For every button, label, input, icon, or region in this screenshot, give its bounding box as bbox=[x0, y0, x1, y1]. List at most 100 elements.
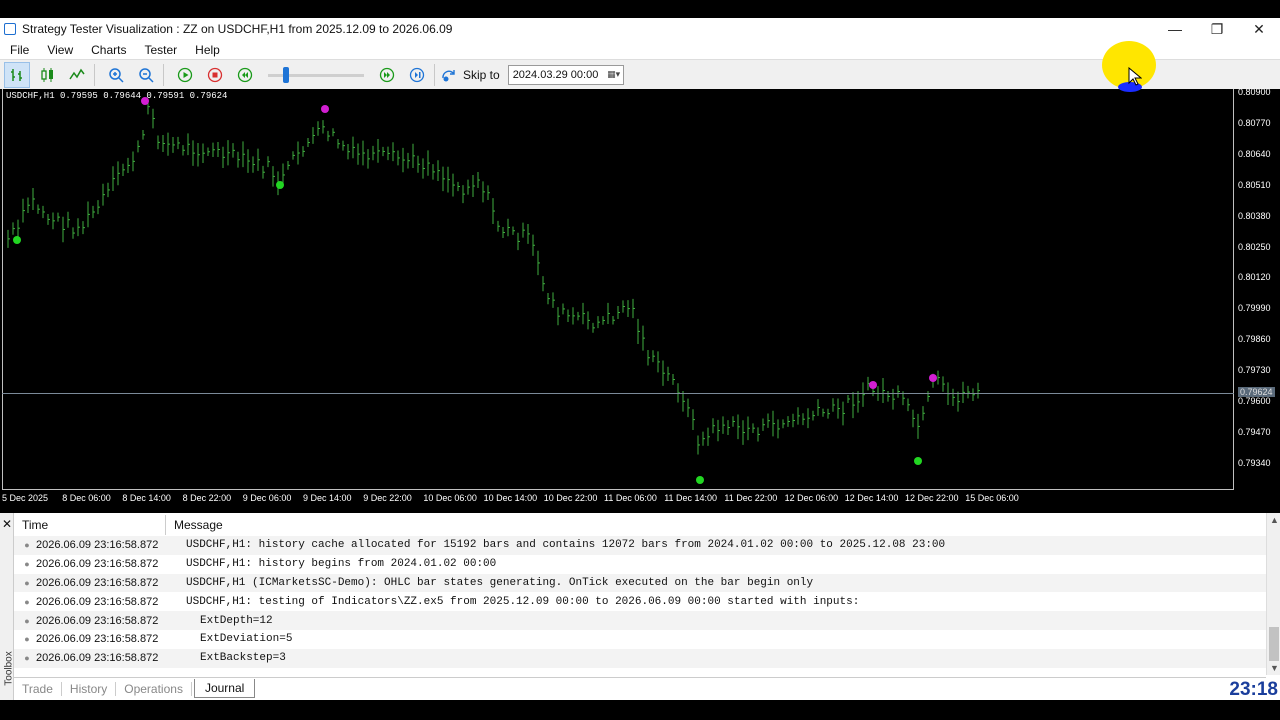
price-axis-label: 0.80900 bbox=[1238, 87, 1271, 97]
menu-help[interactable]: Help bbox=[185, 43, 228, 57]
scroll-down-icon[interactable]: ▼ bbox=[1270, 663, 1279, 673]
menu-charts[interactable]: Charts bbox=[81, 43, 134, 57]
time-axis-label: 12 Dec 22:00 bbox=[905, 493, 959, 503]
line-chart-button[interactable] bbox=[64, 62, 90, 88]
menu-file[interactable]: File bbox=[0, 43, 37, 57]
log-message: USDCHF,H1: history begins from 2024.01.0… bbox=[186, 558, 497, 571]
log-message: USDCHF,H1: history cache allocated for 1… bbox=[186, 539, 946, 552]
price-chart[interactable]: USDCHF,H1 0.79595 0.79644 0.79591 0.7962… bbox=[0, 87, 1280, 505]
calendar-dropdown-icon[interactable]: ▦▾ bbox=[605, 66, 623, 84]
zoom-out-button[interactable] bbox=[133, 62, 159, 88]
line-chart-icon bbox=[69, 68, 85, 79]
price-axis-label: 0.80510 bbox=[1238, 179, 1271, 190]
title-bar: Strategy Tester Visualization : ZZ on US… bbox=[0, 18, 1280, 40]
time-axis-label: 10 Dec 22:00 bbox=[543, 493, 598, 503]
journal-row[interactable]: ● 2026.06.09 23:16:58.872 ExtDeviation=5 bbox=[14, 630, 1266, 649]
time-axis-label: 8 Dec 06:00 bbox=[62, 493, 111, 503]
tab-journal[interactable]: Journal bbox=[193, 679, 256, 698]
skip-to-icon-button[interactable] bbox=[441, 62, 459, 88]
slow-down-button[interactable] bbox=[232, 62, 258, 88]
zigzag-high-marker bbox=[321, 105, 329, 113]
journal-row[interactable]: ● 2026.06.09 23:16:58.872 USDCHF,H1: testi… bbox=[14, 592, 1266, 611]
zigzag-low-marker bbox=[696, 476, 704, 484]
journal-row[interactable]: ● 2026.06.09 23:16:58.872 USDCHF,H1: histo… bbox=[14, 555, 1266, 574]
scroll-up-icon[interactable]: ▲ bbox=[1270, 515, 1279, 525]
time-axis-label: 11 Dec 14:00 bbox=[664, 493, 718, 503]
current-price-label: 0.79624 bbox=[1238, 387, 1275, 397]
price-axis-label: 0.79730 bbox=[1238, 365, 1271, 376]
play-icon bbox=[177, 67, 193, 82]
journal-row[interactable]: ● 2026.06.09 23:16:58.872 ExtBackstep=3 bbox=[14, 648, 1266, 668]
speed-slider-thumb[interactable] bbox=[283, 66, 289, 83]
candlestick-icon bbox=[41, 67, 53, 82]
column-header-message[interactable]: Message bbox=[166, 515, 1266, 535]
zoom-out-icon bbox=[139, 67, 154, 83]
speed-slider[interactable] bbox=[268, 65, 364, 85]
tab-history[interactable]: History bbox=[62, 681, 117, 696]
zigzag-low-marker bbox=[13, 236, 21, 244]
log-time: 2026.06.09 23:16:58.872 bbox=[36, 595, 159, 608]
zoom-in-button[interactable] bbox=[103, 62, 129, 88]
close-toolbox-icon[interactable]: ✕ bbox=[2, 517, 12, 531]
log-bullet-icon: ● bbox=[24, 615, 30, 626]
toolbox-panel: ✕ Toolbox Time Message ● 2026.06.09 23:16… bbox=[0, 513, 1280, 700]
speed-up-button[interactable] bbox=[374, 62, 400, 88]
fast-forward-icon bbox=[379, 67, 395, 82]
skip-to-date-field[interactable]: 2024.03.29 00:00 ▦▾ bbox=[507, 64, 624, 85]
menu-view[interactable]: View bbox=[37, 43, 81, 57]
candlestick-button[interactable] bbox=[34, 62, 60, 88]
minimize-button[interactable]: — bbox=[1154, 18, 1196, 40]
price-axis-label: 0.80250 bbox=[1238, 241, 1271, 252]
time-axis-label: 11 Dec 06:00 bbox=[604, 493, 657, 503]
time-axis-label: 9 Dec 22:00 bbox=[363, 493, 412, 503]
time-axis-label: 12 Dec 06:00 bbox=[784, 493, 839, 503]
restore-button[interactable]: ❐ bbox=[1196, 18, 1238, 40]
chart-ohlc-info: USDCHF,H1 0.79595 0.79644 0.79591 0.7962… bbox=[6, 91, 228, 101]
window-title: Strategy Tester Visualization : ZZ on US… bbox=[22, 22, 453, 36]
toolbar-separator bbox=[434, 63, 435, 86]
step-forward-icon bbox=[409, 67, 425, 82]
menu-tester[interactable]: Tester bbox=[134, 43, 185, 57]
log-bullet-icon: ● bbox=[24, 596, 30, 607]
zoom-in-icon bbox=[109, 67, 124, 83]
step-button[interactable] bbox=[404, 62, 430, 88]
stop-button[interactable] bbox=[202, 62, 228, 88]
toolbox-tabs: Trade History Operations Journal bbox=[14, 677, 1266, 699]
price-axis-label: 0.80640 bbox=[1238, 148, 1271, 159]
app-icon bbox=[4, 23, 16, 35]
time-axis-label: 15 Dec 06:00 bbox=[965, 493, 1019, 503]
log-message: ExtDeviation=5 bbox=[200, 633, 293, 646]
toolbar: Skip to 2024.03.29 00:00 ▦▾ bbox=[0, 59, 1280, 89]
play-button[interactable] bbox=[172, 62, 198, 88]
log-bullet-icon: ● bbox=[24, 577, 30, 588]
price-axis-label: 0.80770 bbox=[1238, 117, 1271, 128]
tab-operations[interactable]: Operations bbox=[116, 681, 192, 696]
window-controls: — ❐ ✕ bbox=[1154, 18, 1280, 40]
zigzag-high-marker bbox=[869, 381, 877, 389]
log-time: 2026.06.09 23:16:58.872 bbox=[36, 614, 159, 627]
log-message: USDCHF,H1: testing of Indicators\ZZ.ex5 … bbox=[186, 595, 860, 608]
journal-row[interactable]: ● 2026.06.09 23:16:58.872 ExtDepth=12 bbox=[14, 611, 1266, 630]
journal-scrollbar[interactable]: ▲ ▼ bbox=[1266, 513, 1280, 675]
price-axis-label: 0.79990 bbox=[1238, 303, 1271, 314]
bar-chart-button[interactable] bbox=[4, 61, 30, 88]
zigzag-low-marker bbox=[914, 457, 922, 465]
scrollbar-thumb[interactable] bbox=[1269, 627, 1279, 661]
price-axis-label: 0.80120 bbox=[1238, 272, 1271, 283]
time-axis-label: 10 Dec 06:00 bbox=[423, 493, 477, 503]
log-time: 2026.06.09 23:16:58.872 bbox=[36, 539, 159, 552]
menu-bar: File View Charts Tester Help bbox=[0, 40, 1280, 59]
journal-row[interactable]: ● 2026.06.09 23:16:58.872 USDCHF,H1 (ICMar… bbox=[14, 573, 1266, 593]
column-header-time[interactable]: Time bbox=[14, 515, 166, 535]
time-axis-label: 10 Dec 14:00 bbox=[483, 493, 538, 503]
price-axis-label: 0.79860 bbox=[1238, 334, 1271, 345]
price-axis-label: 0.79600 bbox=[1238, 396, 1271, 406]
skip-to-label[interactable]: Skip to bbox=[463, 68, 500, 82]
tab-trade[interactable]: Trade bbox=[14, 681, 62, 696]
close-button[interactable]: ✕ bbox=[1238, 18, 1280, 40]
price-axis-label: 0.80380 bbox=[1238, 210, 1271, 221]
time-axis-label: 12 Dec 14:00 bbox=[844, 493, 899, 503]
toolbar-separator bbox=[94, 63, 95, 86]
time-axis-label: 8 Dec 14:00 bbox=[122, 493, 171, 503]
journal-row[interactable]: ● 2026.06.09 23:16:58.872 USDCHF,H1: histo… bbox=[14, 536, 1266, 555]
